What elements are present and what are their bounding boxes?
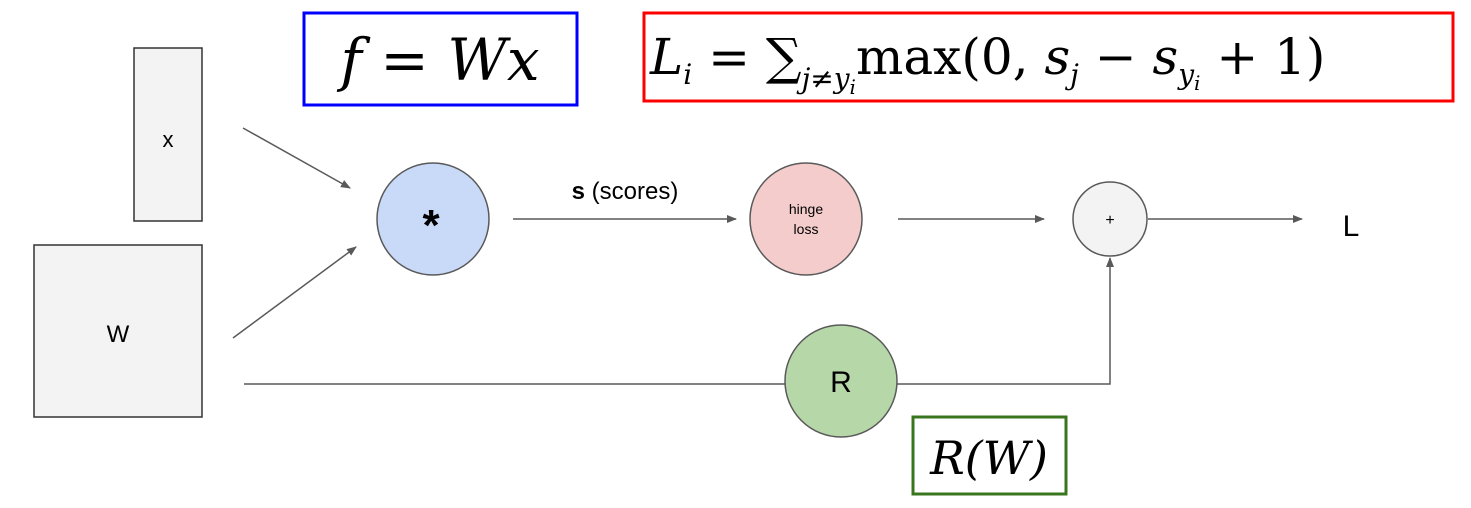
score-formula: f = Wx (336, 26, 539, 94)
loss-formula-box: Li = ∑j≠yimax(0, sj − syi + 1) (642, 11, 1455, 103)
computational-graph: f = Wx Li = ∑j≠yimax(0, sj − syi + 1) R(… (33, 11, 1455, 496)
score-formula-box: f = Wx (302, 11, 579, 107)
weights-W-node: W (33, 244, 203, 418)
input-x-node: x (133, 47, 203, 222)
regularization-formula-box: R(W) (911, 415, 1068, 496)
multiply-node: * (376, 162, 490, 276)
output-L-label: L (1343, 210, 1360, 243)
svg-text:R: R (830, 366, 852, 399)
svg-text:loss: loss (794, 221, 819, 237)
regularization-formula: R(W) (929, 431, 1048, 485)
edge-x-to-multiply (242, 127, 351, 189)
svg-text:*: * (422, 201, 440, 250)
svg-text:x: x (163, 127, 174, 152)
svg-text:+: + (1105, 212, 1114, 229)
scores-label: s (scores) (572, 178, 679, 205)
edge-R-to-plus (897, 257, 1114, 385)
edge-W-to-multiply (232, 246, 357, 339)
hinge-loss-node: hinge loss (749, 162, 863, 276)
svg-text:hinge: hinge (789, 201, 823, 217)
plus-node: + (1072, 181, 1148, 257)
svg-text:W: W (107, 321, 130, 348)
regularization-R-node: R (784, 324, 898, 438)
